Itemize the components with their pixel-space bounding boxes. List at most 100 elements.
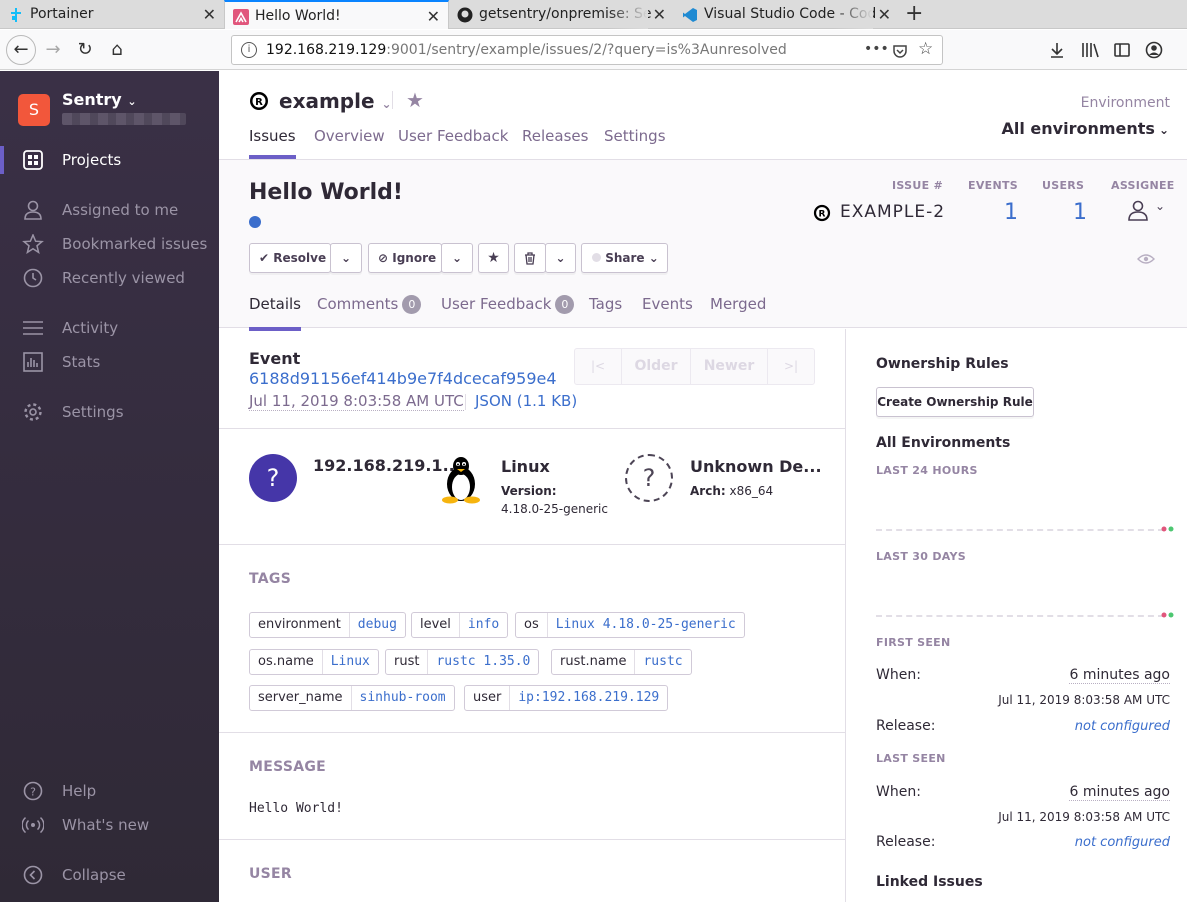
tab-user-feedback[interactable]: User Feedback	[398, 127, 508, 145]
ownership-rules-heading: Ownership Rules	[876, 356, 1009, 372]
tag-key: environment	[250, 613, 350, 637]
eye-icon[interactable]	[1137, 252, 1155, 266]
new-tab-button[interactable]: +	[905, 1, 923, 27]
tag-value[interactable]: info	[460, 613, 507, 637]
tab-overview[interactable]: Overview	[314, 127, 385, 145]
bookmark-star-icon[interactable]: ☆	[918, 39, 933, 59]
back-button[interactable]: ←	[6, 35, 36, 65]
resolve-button[interactable]: ✔ Resolve	[249, 243, 331, 273]
tab-events[interactable]: Events	[642, 295, 693, 313]
sidebar-item-label: Projects	[62, 151, 122, 169]
message-heading: MESSAGE	[249, 759, 327, 775]
tag-value[interactable]: rustc	[635, 650, 690, 674]
event-id-link[interactable]: 6188d91156ef414b9e7f4dcecaf959e4	[249, 369, 557, 388]
close-icon[interactable]: ✕	[203, 0, 216, 29]
share-status-dot	[592, 253, 601, 262]
delete-button[interactable]	[514, 243, 546, 273]
tag-key: user	[465, 686, 511, 710]
home-button[interactable]: ⌂	[104, 37, 130, 63]
tag-pill[interactable]: rust rustc 1.35.0	[385, 649, 540, 675]
downloads-icon[interactable]	[1048, 41, 1066, 59]
tag-value[interactable]: sinhub-room	[352, 686, 454, 710]
tag-value[interactable]: Linux 4.18.0-25-generic	[548, 613, 744, 637]
browser-tab-portainer[interactable]: Portainer ✕	[0, 0, 224, 29]
tag-key: os	[516, 613, 548, 637]
bookmark-button[interactable]: ★	[478, 243, 509, 273]
url-path: :9001/sentry/example/issues/2/?query=is%…	[386, 42, 787, 58]
assignee-selector[interactable]: ⌄	[1125, 199, 1175, 223]
reload-button[interactable]: ↻	[72, 37, 98, 63]
tab-settings[interactable]: Settings	[604, 127, 666, 145]
users-count[interactable]: 1	[1073, 200, 1087, 225]
browser-tab-github[interactable]: getsentry/onpremise: Se ✕	[449, 0, 674, 29]
project-header: R example ⌄ ★ Issues Overview User Feedb…	[219, 71, 1187, 160]
sidebar-toggle-icon[interactable]	[1113, 41, 1131, 59]
comments-count-badge: 0	[402, 295, 422, 314]
event-heading: Event	[249, 349, 301, 368]
svg-text:R: R	[819, 210, 826, 220]
sidebar-item-label: Activity	[62, 319, 119, 337]
device-context-title: Unknown De...	[690, 457, 822, 476]
star-icon: ★	[487, 250, 500, 266]
page-actions-button[interactable]: •••	[864, 41, 889, 57]
events-count[interactable]: 1	[1004, 200, 1018, 225]
sidebar-item-label: What's new	[62, 816, 150, 834]
last-seen-release-link[interactable]: not configured	[1075, 835, 1170, 850]
tag-value[interactable]: debug	[350, 613, 405, 637]
tag-pill[interactable]: user ip:192.168.219.129	[464, 685, 669, 711]
tag-pill[interactable]: server_name sinhub-room	[249, 685, 455, 711]
tag-value[interactable]: ip:192.168.219.129	[510, 686, 667, 710]
close-icon[interactable]: ✕	[427, 2, 440, 29]
close-icon[interactable]: ✕	[653, 0, 666, 29]
pocket-icon[interactable]	[892, 43, 908, 59]
browser-tab-vscode[interactable]: Visual Studio Code - Cod ✕	[674, 0, 899, 29]
tag-pill[interactable]: os Linux 4.18.0-25-generic	[515, 612, 745, 638]
tag-value[interactable]: Linux	[323, 650, 378, 674]
tag-value[interactable]: rustc 1.35.0	[428, 650, 538, 674]
resolve-dropdown-button[interactable]: ⌄	[330, 243, 362, 273]
share-button[interactable]: Share ⌄	[581, 243, 668, 273]
url-bar[interactable]: i 192.168.219.129:9001/sentry/example/is…	[231, 35, 943, 65]
rust-platform-icon: R	[250, 92, 268, 110]
first-seen-release-link[interactable]: not configured	[1075, 719, 1170, 734]
info-icon[interactable]: i	[241, 42, 257, 58]
org-avatar[interactable]: S	[18, 94, 50, 126]
tag-pill[interactable]: level info	[411, 612, 509, 638]
org-switcher[interactable]: Sentry ⌄	[62, 90, 137, 109]
delete-dropdown-button[interactable]: ⌄	[545, 243, 576, 273]
forward-button[interactable]: →	[40, 37, 66, 63]
library-icon[interactable]	[1081, 41, 1101, 59]
newest-button[interactable]: >|	[768, 349, 814, 384]
tab-details[interactable]: Details	[249, 295, 302, 331]
sidebar-item-label: Stats	[62, 353, 101, 371]
resolve-label: Resolve	[273, 251, 327, 265]
close-icon[interactable]: ✕	[878, 0, 891, 29]
tag-pill[interactable]: os.name Linux	[249, 649, 379, 675]
bookmark-project-star-icon[interactable]: ★	[406, 88, 424, 112]
ignore-button[interactable]: ⊘ Ignore	[368, 243, 442, 273]
json-link[interactable]: JSON (1.1 KB)	[475, 392, 577, 410]
tab-merged[interactable]: Merged	[710, 295, 766, 313]
tag-pill[interactable]: rust.name rustc	[551, 649, 692, 675]
project-switcher[interactable]: example ⌄	[279, 89, 392, 113]
ignore-dropdown-button[interactable]: ⌄	[441, 243, 473, 273]
tab-releases[interactable]: Releases	[522, 127, 588, 145]
tag-key: server_name	[250, 686, 352, 710]
tab-user-feedback[interactable]: User Feedback 0	[441, 295, 575, 314]
first-seen-date: Jul 11, 2019 8:03:58 AM UTC	[998, 693, 1170, 707]
org-username-blurred	[62, 113, 186, 125]
rust-platform-icon: R	[813, 204, 831, 222]
browser-tab-hello-world[interactable]: Hello World! ✕	[224, 0, 449, 29]
environment-selector[interactable]: All environments ⌄	[1002, 119, 1170, 138]
account-icon[interactable]	[1145, 41, 1163, 59]
tag-pill[interactable]: environment debug	[249, 612, 406, 638]
older-button[interactable]: Older	[622, 349, 691, 384]
tab-comments[interactable]: Comments 0	[317, 295, 422, 314]
create-ownership-rule-button[interactable]: Create Ownership Rule	[876, 387, 1034, 417]
issue-short-id[interactable]: EXAMPLE-2	[840, 202, 945, 222]
portainer-icon	[11, 8, 21, 22]
tab-tags[interactable]: Tags	[589, 295, 622, 313]
oldest-button[interactable]: |<	[575, 349, 622, 384]
newer-button[interactable]: Newer	[691, 349, 768, 384]
tab-issues[interactable]: Issues	[249, 127, 296, 159]
